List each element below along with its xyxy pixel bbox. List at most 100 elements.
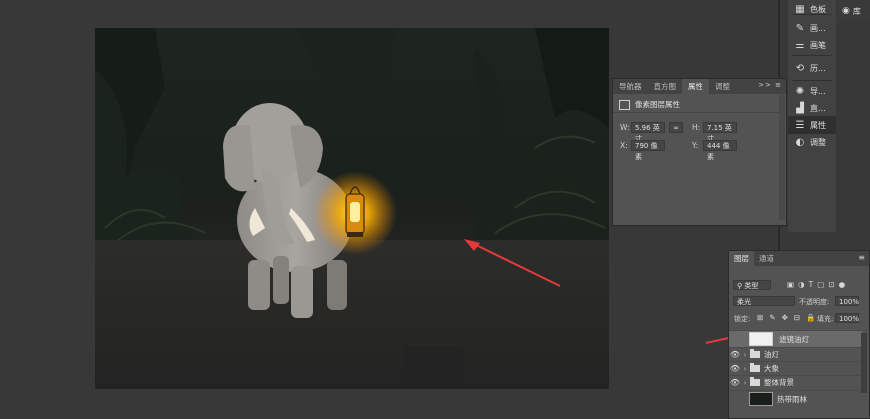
eye-icon[interactable]: 👁 [729,378,741,387]
dock-label: 画笔 [810,40,826,50]
tab-adjustments[interactable]: 调整 [709,79,736,94]
layer-row[interactable]: 👁 › 大象 [729,361,862,375]
layer-name: 整体背景 [764,378,794,387]
dock-item-adjustments[interactable]: ◐ 调整 [788,133,836,151]
search-icon: ⚲ [737,282,743,290]
height-label: H: [692,123,701,132]
properties-icon: ☰ [795,119,805,131]
filter-icons: ▣ ◑ T ▢ ⊡ ● [787,280,845,289]
tab-layers[interactable]: 图层 [729,251,754,266]
folder-icon [750,363,760,372]
tab-properties[interactable]: 属性 [682,79,709,94]
dock-item-swatches[interactable]: ▦ 色板 [788,0,836,18]
layer-row[interactable]: 👁 › 整体背景 [729,375,862,389]
tab-navigator[interactable]: 导航器 [613,79,648,94]
properties-tab-bar: 导航器 直方图 属性 调整 >> ≡ [613,79,786,94]
layer-name: 滤镜油灯 [779,334,809,344]
layers-tab-bar: 图层 通道 ≡ [729,251,869,266]
panel-menu-controls[interactable]: >> ≡ [758,81,782,89]
image-filter-icon[interactable]: ▣ [787,280,794,289]
divider [613,112,786,113]
dock-item-properties[interactable]: ☰ 属性 [788,116,836,134]
layer-row[interactable]: 热带雨林 [729,390,862,407]
chevron-right-icon[interactable]: › [741,379,749,387]
layer-type-row: 像素图层属性 [619,99,680,110]
dock-label: 属性 [810,120,826,130]
libraries-button[interactable]: ◉ 库 [838,0,870,22]
layer-row-selected[interactable]: 滤镜油灯 [729,330,862,347]
layer-thumbnail [749,332,773,346]
panel-menu-icon[interactable]: ≡ [858,253,865,262]
opacity-field[interactable]: 100% [835,296,859,306]
smart-object-filter-icon[interactable]: ⊡ [828,280,834,289]
properties-panel: 导航器 直方图 属性 调整 >> ≡ 像素图层属性 W: 5.96 英寸 ∞ H… [612,78,787,226]
dock-label: 直... [810,103,826,113]
lock-artboard-icon[interactable]: ⊟ [794,313,800,322]
link-icon[interactable]: ∞ [669,122,683,133]
layer-filter-select[interactable]: ⚲ 类型 [733,280,771,290]
dock-item-navigator[interactable]: ✺ 导... [788,82,836,100]
brush-settings-icon: ⚌ [795,39,805,51]
layer-name: 大象 [764,364,779,373]
lock-label: 锁定: [734,315,751,323]
x-label: X: [620,141,628,150]
width-field[interactable]: 5.96 英寸 [631,122,665,143]
properties-scrollbar[interactable] [779,95,785,220]
width-label: W: [620,123,630,132]
type-filter-icon[interactable]: T [809,280,814,289]
pixel-layer-icon [619,99,630,110]
folder-icon [750,349,760,358]
layer-row[interactable]: 👁 › 油灯 [729,347,862,361]
eye-icon[interactable]: 👁 [729,364,741,373]
lock-position-icon[interactable]: ✥ [782,313,788,322]
dock-item-brush-settings[interactable]: ⚌ 画笔 [788,36,836,54]
dock-label: 色板 [810,4,826,14]
chevron-right-icon[interactable]: › [741,351,749,359]
tab-histogram[interactable]: 直方图 [648,79,683,94]
adjustment-filter-icon[interactable]: ◑ [798,280,805,289]
lock-pixels-icon[interactable]: ✎ [769,313,775,322]
fill-label: 填充: [817,315,834,323]
panel-dock: ▦ 色板 ✎ 画... ⚌ 画笔 ⟲ 历... ✺ 导... ▟ 直... ☰ … [788,0,836,232]
dock-item-history[interactable]: ⟲ 历... [788,59,836,77]
libraries-label: 库 [852,6,861,16]
y-position-field[interactable]: 444 像素 [703,140,737,161]
brush-icon: ✎ [795,22,805,34]
opacity-label: 不透明度: [799,298,830,306]
annotation-arrow-canvas [464,239,561,287]
y-label: Y: [692,141,699,150]
layer-name: 油灯 [764,350,779,359]
lock-transparency-icon[interactable]: ⊠ [757,313,763,322]
tab-channels[interactable]: 通道 [754,251,779,266]
blend-mode-select[interactable]: 柔光 [733,296,795,306]
dock-label: 调整 [810,137,826,147]
shape-filter-icon[interactable]: ▢ [817,280,824,289]
navigator-icon: ✺ [795,85,805,97]
lock-icons: ⊠ ✎ ✥ ⊟ 🔒 [757,313,816,322]
layer-type-label: 像素图层属性 [635,100,680,109]
filter-toggle-icon[interactable]: ● [839,280,846,289]
dock-label: 历... [810,63,826,73]
chevron-right-icon[interactable]: › [741,365,749,373]
layer-name: 热带雨林 [777,394,807,404]
layer-filter-label: 类型 [744,282,759,290]
layers-scrollbar[interactable] [861,333,867,393]
histogram-icon: ▟ [796,102,804,114]
fill-field[interactable]: 100% [835,313,859,323]
folder-icon [750,377,760,386]
dock-item-brushes[interactable]: ✎ 画... [788,19,836,37]
adjustments-icon: ◐ [795,136,805,148]
lock-all-icon[interactable]: 🔒 [806,313,815,322]
x-position-field[interactable]: 790 像素 [631,140,665,161]
divider [792,14,832,15]
height-field[interactable]: 7.15 英寸 [703,122,737,143]
dock-label: 导... [810,86,826,96]
layers-panel: 图层 通道 ≡ ⚲ 类型 ▣ ◑ T ▢ ⊡ ● 柔光 不透明度: 100% 锁… [728,250,870,419]
history-icon: ⟲ [795,62,805,74]
divider [792,80,832,81]
cloud-icon: ◉ [842,6,850,16]
dock-label: 画... [810,23,826,33]
dock-item-histogram[interactable]: ▟ 直... [788,99,836,117]
divider [792,55,832,56]
eye-icon[interactable]: 👁 [729,350,741,359]
